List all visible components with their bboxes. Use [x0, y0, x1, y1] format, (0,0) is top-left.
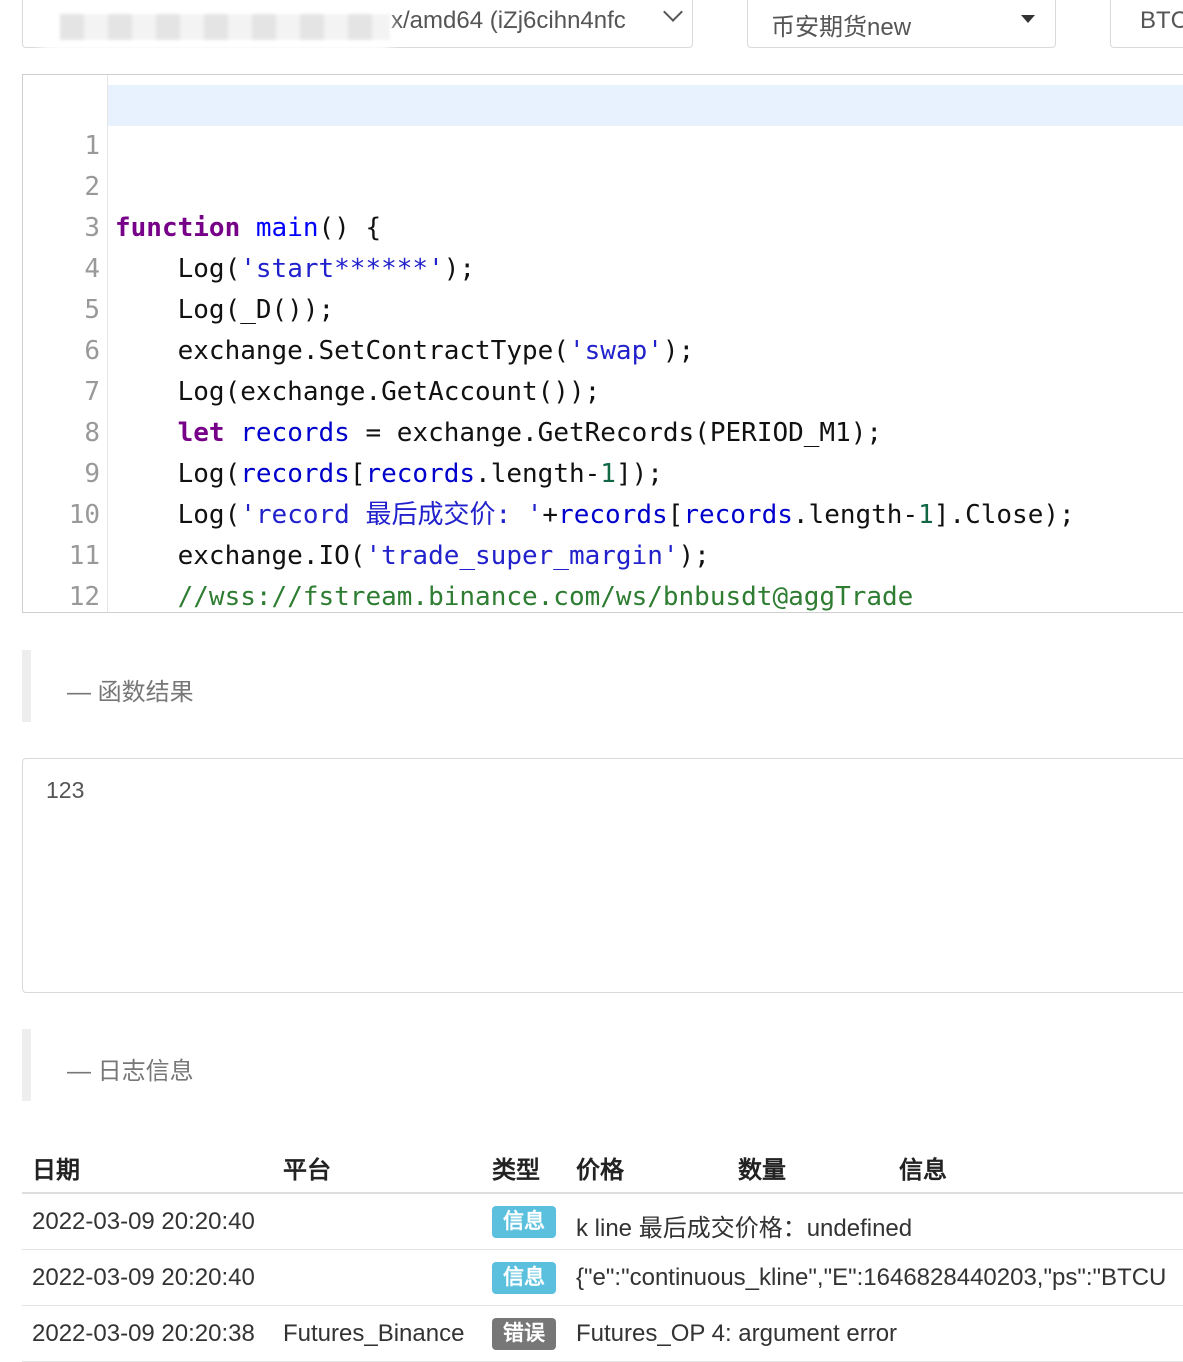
code-line: 13 let streamClient = Dial("wss://fstrea…	[23, 577, 1183, 612]
table-row: 2022-03-09 20:20:40 信息 {"e":"continuous_…	[22, 1250, 1183, 1306]
column-header-date[interactable]: 日期	[32, 1150, 80, 1185]
column-header-platform[interactable]: 平台	[283, 1150, 331, 1185]
log-message: k line 最后成交价格：undefined	[576, 1215, 913, 1242]
column-header-amount[interactable]: 数量	[738, 1150, 786, 1185]
table-row: 2022-03-09 20:20:38 Futures_Binance 错误 F…	[22, 1306, 1183, 1362]
code-editor[interactable]: 1 2 function main() { 3 Log('start******…	[22, 74, 1183, 613]
pair-select-value: BTC	[1140, 7, 1183, 34]
function-result-header: — 函数结果	[22, 650, 1183, 722]
log-date: 2022-03-09 20:20:40	[32, 1264, 255, 1291]
log-message: {"e":"continuous_kline","E":164682844020…	[576, 1264, 1167, 1291]
log-message: Futures_OP 4: argument error	[576, 1320, 898, 1347]
log-date: 2022-03-09 20:20:40	[32, 1208, 255, 1235]
column-header-info[interactable]: 信息	[899, 1150, 947, 1185]
log-info-header: — 日志信息	[22, 1029, 1183, 1101]
function-result-box: 123	[22, 758, 1183, 993]
caret-down-icon	[1021, 15, 1035, 23]
docker-select-value: x/amd64 (iZj6cihn4nfc	[391, 7, 626, 34]
exchange-select[interactable]: 币安期货new	[747, 0, 1056, 48]
column-header-type[interactable]: 类型	[492, 1150, 540, 1185]
type-badge: 信息	[492, 1262, 556, 1294]
function-result-value: 123	[46, 777, 85, 803]
section-accent-bar	[22, 1029, 31, 1101]
code-line: 6 Log(exchange.GetAccount());	[23, 290, 1183, 407]
code-line: 5 exchange.SetContractType('swap');	[23, 249, 1183, 366]
code-line: 11 //wss://fstream.binance.com/ws/bnbusd…	[23, 495, 1183, 612]
section-title: — 函数结果	[67, 679, 194, 706]
section-title: — 日志信息	[67, 1058, 194, 1085]
log-table-header: 日期 平台 类型 价格 数量 信息	[22, 1140, 1183, 1194]
log-platform: Futures_Binance	[283, 1320, 465, 1347]
code-line: 10 exchange.IO('trade_super_margin');	[23, 454, 1183, 571]
code-line: 8 Log(records[records.length-1]);	[23, 372, 1183, 489]
code-line: 9 Log('record 最后成交价: '+records[records.l…	[23, 413, 1183, 530]
code-line: 4 Log(_D());	[23, 208, 1183, 325]
chevron-down-icon	[663, 2, 683, 22]
code-line: 12 //wss://fstream.binance.com/ws/BTCusd…	[23, 536, 1183, 612]
code-line: 1	[23, 85, 1183, 161]
pair-select[interactable]: BTC	[1110, 0, 1183, 48]
log-date: 2022-03-09 20:20:38	[32, 1320, 255, 1347]
code-line: 3 Log('start******');	[23, 167, 1183, 284]
column-header-price[interactable]: 价格	[576, 1150, 624, 1185]
redacted-text-blur	[60, 14, 390, 40]
exchange-select-value: 币安期货new	[771, 14, 912, 41]
type-badge: 错误	[492, 1318, 556, 1350]
code-line: 7 let records = exchange.GetRecords(PERI…	[23, 331, 1183, 448]
type-badge: 信息	[492, 1206, 556, 1238]
table-row: 2022-03-09 20:20:40 信息 k line 最后成交价格：und…	[22, 1194, 1183, 1250]
section-accent-bar	[22, 650, 31, 722]
code-line: 2 function main() {	[23, 126, 1183, 243]
